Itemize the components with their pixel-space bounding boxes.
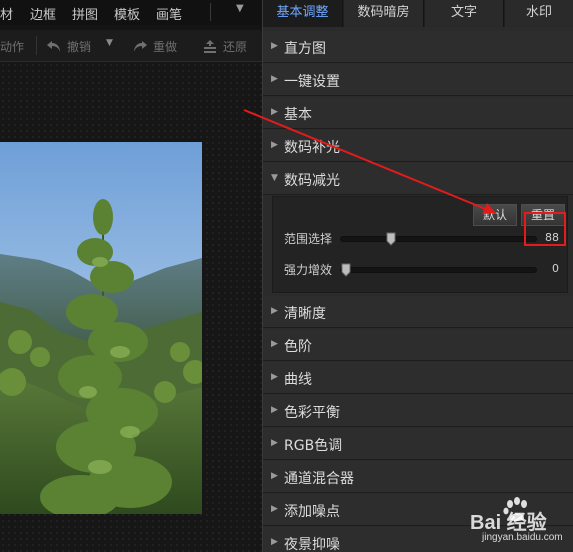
photo-preview — [0, 142, 202, 514]
caret-down-icon: ▼ — [271, 173, 278, 183]
section-levels[interactable]: ▶ 色阶 — [263, 329, 573, 361]
menu-item-material[interactable]: 材 — [0, 4, 13, 23]
section-label: 基本 — [284, 107, 312, 123]
menu-item-collage[interactable]: 拼图 — [72, 4, 98, 23]
tab-digital-darkroom[interactable]: 数码暗房 — [344, 0, 424, 27]
section-label: 一键设置 — [284, 74, 340, 90]
tab-watermark[interactable]: 水印 — [505, 0, 573, 27]
section-label: 数码补光 — [284, 140, 340, 156]
watermark-url: jingyan.baidu.com — [482, 532, 563, 543]
landscape-photo — [0, 142, 202, 514]
caret-right-icon: ▶ — [271, 438, 278, 448]
watermark-logo-text: Bai 经验 — [470, 512, 547, 534]
undo-icon — [47, 40, 60, 52]
range-slider-track[interactable] — [340, 232, 537, 246]
slider-thumb-icon — [386, 232, 396, 246]
restore-label: 还原 — [223, 40, 248, 54]
range-slider-label: 范围选择 — [284, 232, 333, 246]
restore-icon — [204, 39, 216, 53]
edit-toolbar: 动作 撤销 ▼ 重做 还原 — [0, 30, 262, 62]
panel-tabs: 基本调整 数码暗房 文字 水印 — [263, 0, 573, 27]
caret-right-icon: ▶ — [271, 74, 278, 84]
boost-slider-value: 0 — [552, 262, 559, 275]
section-fill-light[interactable]: ▶ 数码补光 — [263, 130, 573, 162]
adjust-panel: 基本调整 数码暗房 文字 水印 ▶ 直方图 ▶ 一键设置 ▶ 基本 ▶ 数码补光… — [262, 0, 573, 552]
caret-right-icon: ▶ — [271, 471, 278, 481]
section-histogram[interactable]: ▶ 直方图 — [263, 31, 573, 63]
section-rgb-tone[interactable]: ▶ RGB色调 — [263, 428, 573, 460]
section-label: 清晰度 — [284, 306, 326, 322]
section-label: 数码减光 — [284, 173, 340, 189]
restore-button[interactable]: 还原 — [202, 38, 247, 55]
redo-button[interactable]: 重做 — [132, 38, 177, 55]
editor-left-area: 材 边框 拼图 模板 画笔 ▼ 动作 撤销 ▼ 重做 还原 — [0, 0, 262, 552]
redo-icon — [134, 40, 147, 52]
boost-slider-label: 强力增效 — [284, 263, 333, 277]
chevron-down-icon[interactable]: ▼ — [236, 3, 244, 14]
slider-thumb-icon — [341, 263, 351, 277]
undo-label: 撤销 — [67, 40, 92, 54]
caret-right-icon: ▶ — [271, 107, 278, 117]
redo-label: 重做 — [153, 40, 178, 54]
caret-right-icon: ▶ — [271, 339, 278, 349]
caret-right-icon: ▶ — [271, 140, 278, 150]
undo-button[interactable]: 撤销 — [46, 38, 91, 55]
caret-right-icon: ▶ — [271, 41, 278, 51]
section-curves[interactable]: ▶ 曲线 — [263, 362, 573, 394]
caret-right-icon: ▶ — [271, 405, 278, 415]
caret-right-icon: ▶ — [271, 306, 278, 316]
menu-item-brush[interactable]: 画笔 — [156, 4, 182, 23]
caret-right-icon: ▶ — [271, 504, 278, 514]
caret-right-icon: ▶ — [271, 537, 278, 547]
annotation-highlight-box — [524, 212, 566, 246]
section-one-click[interactable]: ▶ 一键设置 — [263, 64, 573, 96]
chevron-down-icon: ▼ — [106, 38, 113, 48]
tab-basic-adjust[interactable]: 基本调整 — [263, 0, 343, 27]
action-button[interactable]: 动作 — [0, 38, 24, 55]
section-label: 色彩平衡 — [284, 405, 340, 421]
menu-item-template[interactable]: 模板 — [114, 4, 140, 23]
menu-bar: 材 边框 拼图 模板 画笔 ▼ — [0, 0, 262, 25]
section-basic[interactable]: ▶ 基本 — [263, 97, 573, 129]
default-button[interactable]: 默认 — [473, 204, 517, 226]
toolbar-divider — [36, 36, 37, 55]
boost-slider-track[interactable] — [340, 263, 537, 277]
section-sharpness[interactable]: ▶ 清晰度 — [263, 296, 573, 328]
section-label: 色阶 — [284, 339, 312, 355]
section-reduce-light[interactable]: ▼ 数码减光 — [263, 163, 573, 195]
undo-history-dropdown[interactable]: ▼ — [106, 38, 113, 48]
tab-text[interactable]: 文字 — [425, 0, 504, 27]
section-label: 夜景抑噪 — [284, 537, 340, 552]
section-label: 曲线 — [284, 372, 312, 388]
menubar-divider — [210, 3, 211, 21]
section-label: 直方图 — [284, 41, 326, 57]
menu-item-border[interactable]: 边框 — [30, 4, 56, 23]
section-label: 添加噪点 — [284, 504, 340, 520]
baidu-jingyan-watermark: Bai 经验 jingyan.baidu.com — [470, 488, 570, 550]
boost-slider-thumb[interactable] — [341, 263, 351, 277]
section-color-balance[interactable]: ▶ 色彩平衡 — [263, 395, 573, 427]
range-slider-thumb[interactable] — [386, 232, 396, 246]
section-label: 通道混合器 — [284, 471, 354, 487]
caret-right-icon: ▶ — [271, 372, 278, 382]
action-label: 动作 — [0, 40, 25, 54]
section-label: RGB色调 — [284, 438, 343, 454]
